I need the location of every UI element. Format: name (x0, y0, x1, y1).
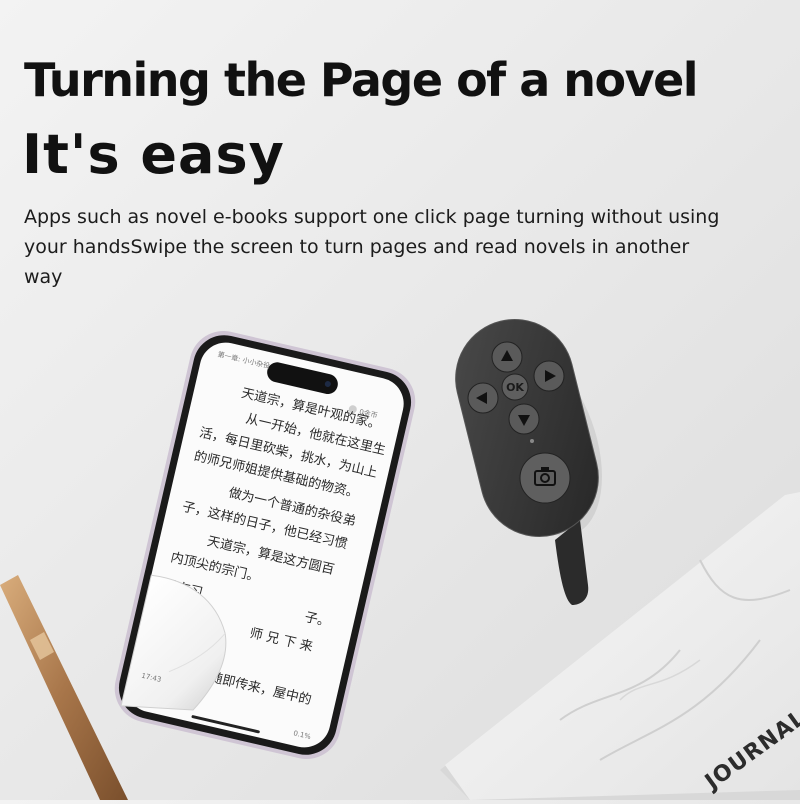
remote-left-button[interactable] (467, 382, 499, 414)
ok-label: OK (506, 381, 524, 394)
product-scene: JOURNAL OK 第一章: 小小杂役 0金币 天道宗，算是叶观的家。 从一开… (0, 0, 800, 800)
headline: Turning the Page of a novel (24, 53, 699, 107)
subheadline: It's easy (22, 123, 285, 186)
remote-down-button[interactable] (508, 403, 540, 435)
remote-ok-button[interactable]: OK (501, 373, 529, 401)
product-illustration: JOURNAL OK 第一章: 小小杂役 0金币 天道宗，算是叶观的家。 从一开… (0, 319, 800, 800)
smartphone: 第一章: 小小杂役 0金币 天道宗，算是叶观的家。 从一开始，他就在这里生 活，… (114, 331, 416, 759)
pen (0, 575, 128, 800)
remote-up-button[interactable] (491, 341, 523, 373)
bluetooth-remote: OK (455, 319, 599, 537)
remote-right-button[interactable] (533, 360, 565, 392)
description: Apps such as novel e-books support one c… (24, 206, 720, 288)
remote-camera-button[interactable] (519, 452, 571, 504)
journal-notebook: JOURNAL (440, 492, 800, 800)
